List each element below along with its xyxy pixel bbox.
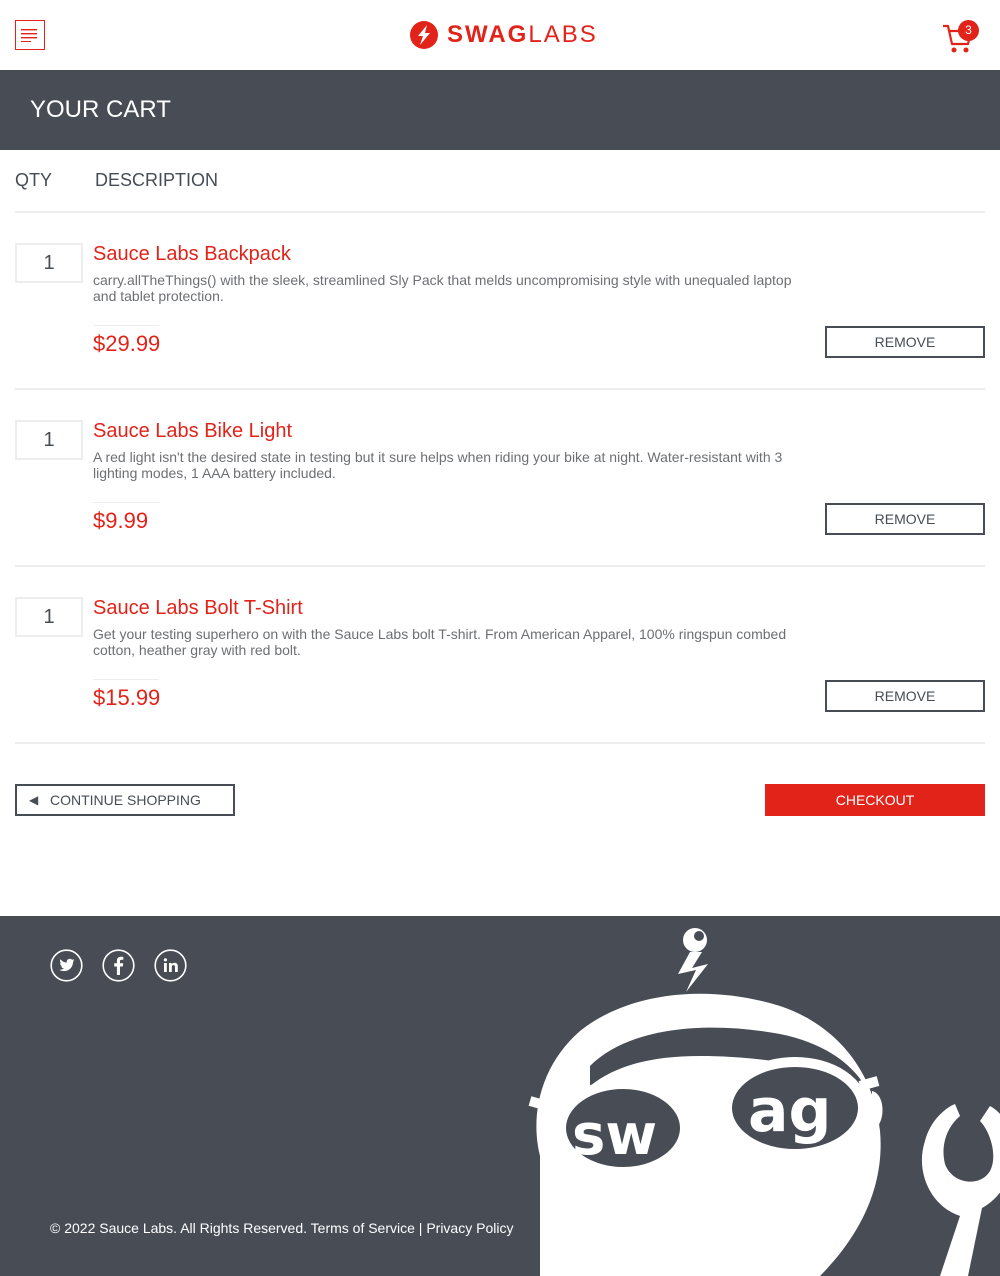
robot-text-right: ag	[748, 1076, 831, 1146]
item-description: carry.allTheThings() with the sleek, str…	[93, 272, 792, 304]
item-quantity: 1	[15, 597, 83, 637]
item-price: $29.99	[93, 331, 161, 356]
cart-badge: 3	[958, 20, 979, 41]
hamburger-menu-icon	[21, 29, 37, 42]
continue-shopping-button[interactable]: ◀ CONTINUE SHOPPING	[15, 784, 235, 816]
twitter-icon[interactable]	[50, 949, 83, 982]
divider	[15, 742, 985, 744]
item-quantity: 1	[15, 420, 83, 460]
price-divider	[93, 679, 159, 680]
footer: sw ag © 2022 Sauce Labs. All Rights Rese…	[0, 916, 1000, 1276]
item-name-link[interactable]: Sauce Labs Bike Light	[93, 419, 292, 443]
continue-shopping-label: CONTINUE SHOPPING	[50, 792, 201, 808]
price-divider	[93, 502, 159, 503]
logo-text: SWAGLABS	[447, 21, 598, 48]
page-title: YOUR CART	[30, 96, 171, 123]
remove-button[interactable]: REMOVE	[825, 680, 985, 712]
linkedin-icon[interactable]	[154, 949, 187, 982]
item-name-link[interactable]: Sauce Labs Bolt T-Shirt	[93, 596, 303, 620]
cart-item: 1 Sauce Labs Bike Light A red light isn'…	[0, 389, 1000, 566]
app-logo: SWAGLABS	[409, 20, 598, 50]
qty-column-label: QTY	[15, 170, 53, 190]
checkout-button[interactable]: CHECKOUT	[765, 784, 985, 816]
item-price: $15.99	[93, 685, 161, 710]
robot-text-left: sw	[572, 1103, 657, 1168]
remove-button[interactable]: REMOVE	[825, 326, 985, 358]
remove-button[interactable]: REMOVE	[825, 503, 985, 535]
item-price: $9.99	[93, 508, 149, 533]
facebook-icon[interactable]	[102, 949, 135, 982]
menu-button[interactable]	[15, 20, 45, 50]
cart-item: 1 Sauce Labs Bolt T-Shirt Get your testi…	[0, 566, 1000, 743]
item-description: A red light isn't the desired state in t…	[93, 449, 783, 481]
description-column-label: DESCRIPTION	[95, 170, 219, 190]
back-arrow-icon: ◀	[29, 793, 39, 807]
bolt-logo-icon	[410, 21, 438, 49]
item-name-link[interactable]: Sauce Labs Backpack	[93, 242, 291, 266]
price-divider	[93, 325, 159, 326]
footer-copyright: © 2022 Sauce Labs. All Rights Reserved. …	[50, 1220, 514, 1236]
swag-robot-illustration: sw ag	[528, 928, 1000, 1276]
primary-header: SWAGLABS 3	[0, 0, 1000, 70]
item-description: Get your testing superhero on with the S…	[93, 626, 787, 658]
item-quantity: 1	[15, 243, 83, 283]
cart-item: 1 Sauce Labs Backpack carry.allTheThings…	[0, 212, 1000, 389]
